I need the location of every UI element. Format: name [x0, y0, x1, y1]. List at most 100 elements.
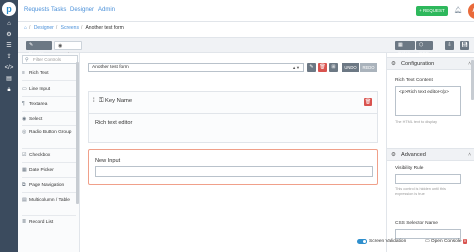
line-input-icon: ▭	[22, 86, 27, 92]
control-line-input[interactable]: ▭ Line Input	[22, 86, 76, 93]
rich-text-content-label: Rich Text Content	[395, 78, 433, 83]
gear-icon: ⚙	[391, 61, 397, 67]
advanced-header[interactable]: ⚙ Advanced ˄	[387, 148, 474, 161]
visibility-rule-hint: This control is hidden until this expres…	[395, 187, 446, 196]
configuration-header[interactable]: ⚙ Configuration ˄	[387, 57, 474, 70]
bell-icon[interactable]: 🔔︎	[453, 6, 463, 16]
controls-palette: ⚲ Filter Controls ≡ Rich Text ▭ Line Input …	[18, 53, 80, 252]
gear-icon: ⚙	[391, 152, 397, 158]
redo-button[interactable]: REDO	[360, 63, 377, 72]
record-list-icon: ≣	[22, 219, 27, 225]
calcs-button[interactable]: ▦ Calcs	[395, 41, 415, 57]
screen-validation-label: Screen Validation	[369, 239, 407, 244]
list-icon[interactable]: ☰	[4, 42, 14, 50]
css-selector-label: CSS Selector Name	[395, 221, 438, 226]
palette-scrollbar[interactable]	[76, 62, 79, 204]
divider	[22, 192, 76, 193]
css-icon: ⬡	[419, 43, 424, 48]
rich-text-icon: ≡	[22, 70, 25, 76]
console-count-badge: 0	[462, 239, 468, 244]
lock-icon[interactable]: 🔒︎	[4, 86, 14, 94]
divider	[22, 125, 76, 126]
avatar[interactable]: AA	[468, 3, 474, 19]
undo-button[interactable]: UNDO	[342, 63, 359, 72]
divider	[22, 96, 76, 97]
footer-bar: Screen Validation ▭ Open Console 0	[350, 236, 474, 248]
design-tab[interactable]: ✎ Design	[26, 41, 52, 57]
key-name-label: ⚿ Key Name	[99, 98, 133, 104]
select-icon: ◉	[22, 116, 27, 122]
menu-admin[interactable]: Admin	[98, 7, 115, 13]
visibility-rule-label: Visibility Rule	[395, 166, 424, 171]
breadcrumb-current: Another test form	[85, 25, 124, 31]
breadcrumb-designer[interactable]: Designer	[34, 25, 54, 31]
new-input-field[interactable]	[95, 166, 373, 177]
table-icon: ▤	[22, 197, 27, 203]
control-textarea[interactable]: ¶ Textarea	[22, 101, 76, 108]
divider	[89, 113, 377, 114]
divider	[22, 177, 76, 178]
eye-icon: ◉	[58, 44, 63, 49]
rich-text-content-hint: The HTML text to display	[395, 120, 438, 124]
edit-icon[interactable]: ✎	[307, 63, 316, 72]
divider	[22, 148, 76, 149]
delete-control-icon[interactable]: 🗑︎	[364, 98, 372, 106]
rich-text-content-textarea[interactable]: <p>Rich text editor</p>	[395, 86, 461, 116]
divider	[22, 162, 76, 163]
add-page-icon[interactable]: ⊞	[329, 63, 338, 72]
preview-tab[interactable]: ◉ Preview	[54, 41, 82, 58]
rich-text-content: Rich text editor	[95, 120, 133, 126]
left-nav: p ⌂ ⚙ ☰ ⇪ </> ▤ 🔒︎	[0, 0, 18, 252]
rich-text-control[interactable]: ⁞ ⚿ Key Name 🗑︎ Rich text editor	[88, 91, 378, 143]
checkbox-icon: ☑	[22, 152, 27, 158]
logo-icon[interactable]: p	[2, 2, 16, 16]
chevron-up-icon: ˄	[468, 152, 471, 158]
divider	[22, 80, 76, 81]
form-canvas: Another test form ▲▼ ✎ 🗑︎ ⊞ UNDO REDO ⁞ ⚿…	[80, 53, 386, 252]
page-navigation-icon: ⧉	[22, 182, 26, 188]
control-multicolumn[interactable]: ▤ Multicolumn / Table	[22, 197, 76, 204]
menu-designer[interactable]: Designer	[70, 7, 94, 13]
top-bar: Requests Tasks Designer Admin + REQUEST …	[18, 0, 474, 22]
control-record-list[interactable]: ≣ Record List	[22, 219, 76, 226]
document-icon[interactable]: ▤	[4, 75, 14, 83]
filter-controls-input[interactable]: ⚲ Filter Controls	[22, 55, 78, 64]
open-console-button[interactable]: ▭ Open Console 0	[425, 236, 468, 248]
home-icon[interactable]: ⌂	[24, 25, 27, 31]
calculator-icon: ▦	[398, 43, 403, 48]
menu-requests[interactable]: Requests	[24, 7, 49, 13]
save-icon[interactable]: 💾︎	[460, 41, 469, 50]
drag-handle-icon[interactable]: ⁞	[93, 98, 95, 104]
inspector-panel: ⚙ Configuration ˄ Rich Text Content <p>Ric…	[386, 53, 474, 252]
calendar-icon: ▦	[22, 167, 27, 173]
code-icon[interactable]: </>	[4, 64, 14, 72]
trash-icon[interactable]: 🗑︎	[318, 63, 327, 72]
menu-tasks[interactable]: Tasks	[51, 7, 66, 13]
export-icon[interactable]: ⇩	[445, 41, 454, 50]
breadcrumb: ⌂ / Designer / Screens / Another test form	[24, 25, 124, 31]
control-select[interactable]: ◉ Select	[22, 116, 76, 123]
new-request-button[interactable]: + REQUEST	[416, 6, 448, 16]
new-input-label: New Input	[95, 158, 121, 164]
textarea-icon: ¶	[22, 101, 25, 107]
screen-select[interactable]: Another test form ▲▼	[88, 63, 304, 72]
pencil-icon: ✎	[29, 43, 34, 48]
upload-icon[interactable]: ⇪	[4, 53, 14, 61]
radio-icon: ◎	[22, 129, 27, 135]
control-radio-group[interactable]: ◎ Radio Button Group	[22, 129, 76, 136]
divider	[22, 111, 76, 112]
breadcrumb-screens[interactable]: Screens	[61, 25, 79, 31]
line-input-control[interactable]: New Input	[88, 149, 378, 185]
css-button[interactable]: ⬡ CSS	[416, 41, 433, 57]
filter-icon: ⚲	[25, 57, 29, 63]
control-date-picker[interactable]: ▦ Date Picker	[22, 167, 76, 174]
home-icon[interactable]: ⌂	[4, 20, 14, 28]
control-rich-text[interactable]: ≡ Rich Text	[22, 70, 76, 77]
control-checkbox[interactable]: ☑ Checkbox	[22, 152, 76, 159]
divider	[22, 215, 76, 216]
visibility-rule-input[interactable]	[395, 174, 461, 184]
chevron-down-icon: ▲▼	[292, 65, 300, 70]
screen-validation-toggle[interactable]	[357, 239, 367, 244]
control-page-navigation[interactable]: ⧉ Page Navigation	[22, 182, 76, 189]
gear-icon[interactable]: ⚙	[4, 31, 14, 39]
